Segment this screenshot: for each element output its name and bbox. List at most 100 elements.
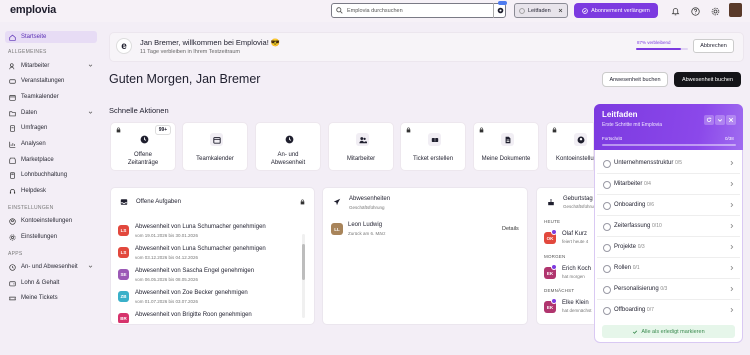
birthday-badge-icon	[551, 229, 557, 235]
sidebar-item-label: Meine Tickets	[21, 295, 58, 301]
wallet-icon	[9, 280, 16, 287]
renew-subscription-button[interactable]: Abonnement verlängern	[574, 3, 658, 18]
gear-icon[interactable]	[708, 4, 722, 18]
cancel-button[interactable]: Abbrechen	[693, 39, 734, 53]
progress-ring-icon	[519, 7, 525, 14]
search-icon	[336, 7, 343, 14]
quick-action-create-ticket[interactable]: Ticket erstellen	[400, 122, 466, 171]
lock-icon	[552, 127, 557, 133]
sidebar-item-analytics[interactable]: Analysen	[5, 138, 97, 150]
sidebar-item-label: Startseite	[21, 34, 47, 40]
plane-icon	[333, 198, 341, 206]
sidebar-item-start[interactable]: Startseite	[5, 31, 97, 43]
ai-search-button[interactable]	[493, 3, 507, 18]
checkbox-circle-icon[interactable]	[603, 181, 611, 189]
checkbox-circle-icon[interactable]	[603, 223, 611, 231]
guide-item[interactable]: Projekte 0/3	[597, 238, 740, 258]
sidebar-item-data[interactable]: Daten	[5, 107, 97, 119]
sidebar-item-label: Veranstaltungen	[21, 78, 65, 84]
sidebar-item-label: Helpdesk	[21, 188, 47, 194]
search-input[interactable]: Emplovia durchsuchen	[331, 3, 506, 18]
task-row[interactable]: ZB Abwesenheit von Zoe Becker genehmigen…	[118, 289, 298, 309]
user-avatar[interactable]	[729, 3, 742, 17]
task-row[interactable]: SE Abwesenheit von Sascha Engel genehmig…	[118, 267, 298, 287]
guide-item[interactable]: Zeiterfassung 0/10	[597, 217, 740, 237]
sidebar: Startseite ALLGEMEINES Mitarbeiter Veran…	[0, 22, 100, 355]
guide-item-name: Personalisierung	[614, 286, 659, 292]
scrollbar-thumb[interactable]	[302, 244, 305, 280]
avatar: LL	[331, 223, 343, 235]
task-row[interactable]: BR Abwesenheit von Brigitte Roon genehmi…	[118, 311, 298, 323]
task-row[interactable]: LS Abwesenheit von Luna Schumacher geneh…	[118, 223, 298, 243]
refresh-icon[interactable]	[704, 115, 714, 125]
checkbox-circle-icon[interactable]	[603, 244, 611, 252]
guide-item[interactable]: Unternehmensstruktur 0/5	[597, 154, 740, 174]
guide-subtitle: Erste Schritte mit Emplovia	[602, 122, 663, 128]
chevron-down-icon	[88, 264, 93, 269]
leitfaden-toggle[interactable]: Leitfaden	[514, 3, 568, 18]
sidebar-item-attendance[interactable]: An- und Abwesenheit	[5, 261, 97, 273]
checkbox-circle-icon[interactable]	[603, 265, 611, 273]
brand-logo-icon: e	[116, 38, 132, 54]
guide-item-count: 0/4	[644, 181, 651, 187]
minimize-icon[interactable]	[715, 115, 725, 125]
guide-item[interactable]: Rollen 0/1	[597, 259, 740, 279]
checkbox-circle-icon[interactable]	[603, 307, 611, 315]
avatar: SE	[118, 269, 129, 280]
guide-item-label: Projekte 0/3	[614, 244, 645, 250]
avatar: LS	[118, 225, 129, 236]
sidebar-item-my-tickets[interactable]: Meine Tickets	[5, 292, 97, 304]
sidebar-item-helpdesk[interactable]: Helpdesk	[5, 185, 97, 197]
sidebar-item-team-calendar[interactable]: Teamkalender	[5, 91, 97, 103]
sidebar-item-label: Daten	[21, 110, 38, 116]
book-attendance-button[interactable]: Anwesenheit buchen	[602, 72, 668, 87]
sidebar-item-account-settings[interactable]: Kontoeinstellungen	[5, 215, 97, 227]
sidebar-item-salary[interactable]: Lohn & Gehalt	[5, 277, 97, 289]
guide-title: Leitfaden	[602, 110, 638, 119]
quick-action-account-settings[interactable]: Kontoeinstellungen	[546, 122, 607, 171]
checkbox-circle-icon[interactable]	[603, 160, 611, 168]
trial-progress-fill	[636, 48, 682, 50]
birthday-badge-icon	[551, 264, 557, 270]
close-icon[interactable]	[558, 8, 563, 13]
guide-item-name: Offboarding	[614, 307, 646, 313]
book-absence-button[interactable]: Abwesenheit buchen	[674, 72, 741, 87]
bell-icon[interactable]	[668, 4, 682, 18]
checkbox-circle-icon[interactable]	[603, 202, 611, 210]
guide-item[interactable]: Mitarbeiter 0/4	[597, 175, 740, 195]
mark-all-done-button[interactable]: Alle als erledigt markieren	[602, 325, 735, 338]
sidebar-item-events[interactable]: Veranstaltungen	[5, 75, 97, 87]
store-icon	[9, 157, 16, 164]
birthday-section-today: HEUTE	[544, 219, 561, 224]
guide-item[interactable]: Onboarding 0/6	[597, 196, 740, 216]
sidebar-item-employees[interactable]: Mitarbeiter	[5, 60, 97, 72]
close-icon[interactable]	[726, 115, 736, 125]
checkbox-circle-icon[interactable]	[603, 286, 611, 294]
task-row[interactable]: LS Abwesenheit von Luna Schumacher geneh…	[118, 245, 298, 265]
guide-item[interactable]: Offboarding 0/7	[597, 301, 740, 321]
details-link[interactable]: Details	[502, 226, 519, 232]
quick-action-attendance[interactable]: An- und Abwesenheit	[255, 122, 321, 171]
lock-icon	[116, 127, 121, 133]
quick-action-my-documents[interactable]: Meine Dokumente	[473, 122, 539, 171]
task-date: vom 01.07.2026 bis 03.07.2026	[135, 299, 199, 304]
badge-check-icon	[582, 7, 588, 14]
quick-action-employees[interactable]: Mitarbeiter	[328, 122, 394, 171]
sidebar-item-surveys[interactable]: Umfragen	[5, 122, 97, 134]
sidebar-item-marketplace[interactable]: Marketplace	[5, 154, 97, 166]
cake-icon	[547, 198, 555, 206]
task-date: vom 03.12.2026 bis 04.12.2026	[135, 255, 199, 260]
task-title: Abwesenheit von Luna Schumacher genehmig…	[135, 224, 266, 230]
sidebar-item-label: Lohn & Gehalt	[21, 280, 60, 286]
renew-subscription-label: Abonnement verlängern	[591, 7, 650, 14]
help-icon[interactable]	[688, 4, 702, 18]
sidebar-item-payroll[interactable]: Lohnbuchhaltung	[5, 169, 97, 181]
birthday-person-info: hat demnächst	[562, 308, 592, 313]
check-icon	[632, 329, 638, 335]
task-title: Abwesenheit von Luna Schumacher genehmig…	[135, 246, 266, 252]
app-logo[interactable]: emplovia	[10, 4, 56, 16]
guide-item-name: Projekte	[614, 244, 637, 250]
sidebar-item-settings[interactable]: Einstellungen	[5, 231, 97, 243]
quick-action-team-calendar[interactable]: Teamkalender	[182, 122, 248, 171]
guide-item[interactable]: Personalisierung 0/3	[597, 280, 740, 300]
